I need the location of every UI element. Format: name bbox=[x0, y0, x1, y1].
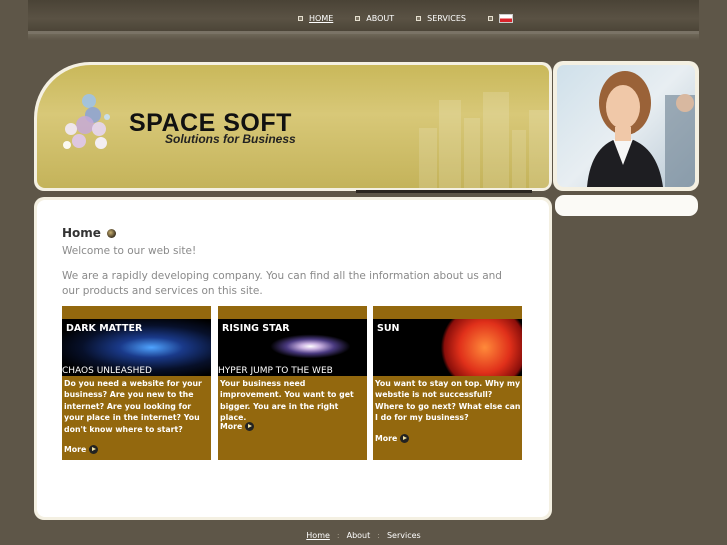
globe-icon bbox=[106, 228, 116, 238]
bullet-icon bbox=[487, 16, 493, 21]
photo-caption-strip bbox=[555, 195, 698, 216]
card-subtitle: HYPER JUMP TO THE WEB bbox=[218, 366, 333, 376]
arrow-right-icon bbox=[400, 434, 410, 443]
more-link[interactable]: More bbox=[220, 422, 255, 431]
separator: : bbox=[336, 531, 340, 540]
main-nav: HOME ABOUT SERVICES bbox=[298, 14, 535, 23]
city-skyline-image bbox=[409, 88, 549, 188]
header-photo bbox=[553, 61, 699, 191]
card-description: Your business need improvement. You want… bbox=[220, 379, 354, 423]
more-link[interactable]: More bbox=[64, 445, 99, 454]
more-label: More bbox=[64, 445, 87, 454]
separator: : bbox=[377, 531, 380, 540]
page-title-text: Home bbox=[62, 226, 101, 240]
businesswoman-photo bbox=[557, 65, 695, 187]
arrow-right-icon bbox=[89, 445, 99, 454]
nav-item-label: ABOUT bbox=[366, 14, 395, 23]
logo-bubbles-icon bbox=[63, 94, 110, 149]
more-label: More bbox=[220, 422, 243, 431]
content-inner: Home Welcome to our web site! We are a r… bbox=[37, 200, 549, 517]
card-description: You want to stay on top. Why my webstie … bbox=[375, 379, 521, 423]
header-banner: SPACE SOFT Solutions for Business bbox=[34, 62, 552, 191]
card-title: DARK MATTER bbox=[66, 323, 143, 334]
card-title: RISING STAR bbox=[222, 323, 290, 334]
bullet-icon bbox=[416, 16, 422, 21]
bullet-icon bbox=[355, 16, 361, 21]
card-sun[interactable]: SUN You want to stay on top. Why my webs… bbox=[373, 306, 522, 460]
footer-link-home[interactable]: Home bbox=[306, 531, 330, 540]
banner-background: SPACE SOFT Solutions for Business bbox=[37, 65, 549, 188]
more-link[interactable]: More bbox=[375, 434, 410, 443]
welcome-text: Welcome to our web site! bbox=[62, 245, 197, 257]
nav-shadow bbox=[28, 34, 699, 40]
card-rising-star[interactable]: RISING STAR HYPER JUMP TO THE WEB Your b… bbox=[218, 306, 367, 460]
nav-item-about[interactable]: ABOUT bbox=[355, 14, 394, 23]
bullet-icon bbox=[298, 16, 303, 21]
card-dark-matter[interactable]: DARK MATTER CHAOS UNLEASHED Do you need … bbox=[62, 306, 211, 460]
businesswoman-image bbox=[587, 71, 695, 187]
footer-link-services[interactable]: Services bbox=[387, 531, 421, 540]
nav-item-home[interactable]: HOME bbox=[298, 14, 333, 23]
nav-item-label: HOME bbox=[309, 14, 334, 23]
top-navigation-bar: HOME ABOUT SERVICES bbox=[28, 0, 699, 40]
page-title: Home bbox=[62, 226, 116, 240]
intro-text: We are a rapidly developing company. You… bbox=[62, 270, 502, 297]
more-label: More bbox=[375, 434, 398, 443]
arrow-right-icon bbox=[245, 422, 255, 431]
main-content-panel: Home Welcome to our web site! We are a r… bbox=[34, 197, 552, 520]
footer-link-about[interactable]: About bbox=[347, 531, 371, 540]
nav-item-language[interactable] bbox=[487, 14, 513, 23]
polish-flag-icon bbox=[498, 14, 513, 23]
card-title: SUN bbox=[377, 323, 400, 334]
logo-subtitle: Solutions for Business bbox=[165, 132, 296, 146]
card-subtitle: CHAOS UNLEASHED bbox=[62, 366, 152, 376]
card-description: Do you need a website for your business?… bbox=[64, 379, 202, 434]
footer-nav: Home : About : Services bbox=[0, 531, 727, 540]
banner-divider bbox=[356, 190, 532, 193]
nav-item-label: SERVICES bbox=[427, 14, 466, 23]
nav-item-services[interactable]: SERVICES bbox=[416, 14, 466, 23]
